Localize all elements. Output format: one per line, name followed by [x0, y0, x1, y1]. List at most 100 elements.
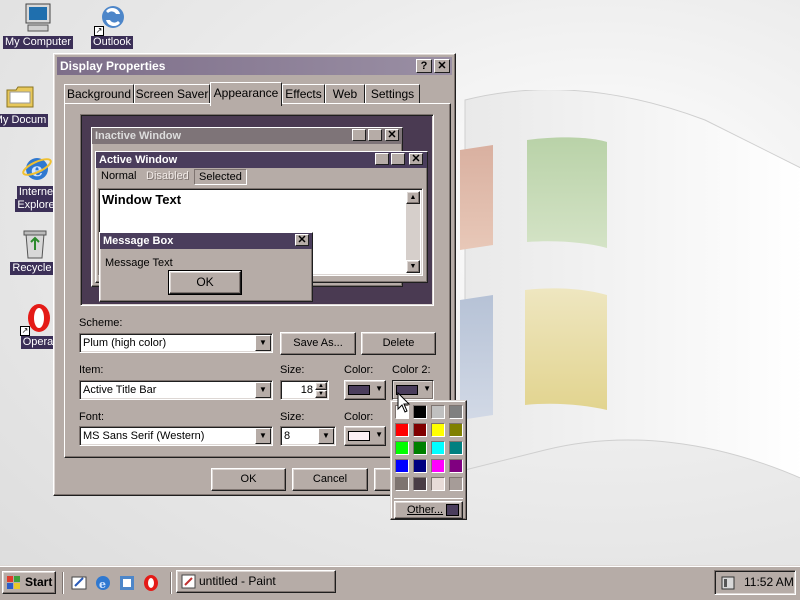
scheme-label: Scheme: — [79, 317, 123, 329]
start-button[interactable]: Start — [2, 571, 56, 594]
computer-icon — [22, 2, 54, 34]
desktop-icon-label: My Docum — [0, 114, 49, 127]
dialog-title: Display Properties — [60, 59, 166, 73]
tab-appearance[interactable]: Appearance — [210, 82, 282, 106]
minimize-icon — [375, 153, 389, 165]
item-size-value: 18 — [300, 384, 313, 396]
show-desktop-icon[interactable] — [70, 574, 88, 595]
shortcut-arrow-icon: ↗ — [20, 326, 30, 336]
palette-color-cell[interactable] — [449, 423, 463, 437]
palette-color-cell[interactable] — [413, 423, 427, 437]
cancel-button[interactable]: Cancel — [292, 468, 368, 491]
ok-button[interactable]: OK — [211, 468, 286, 491]
preview-msgbox-titlebar: Message Box ✕ — [100, 233, 312, 249]
internet-explorer-icon: e — [20, 152, 52, 184]
palette-color-cell[interactable] — [431, 405, 445, 419]
tab-screen-saver[interactable]: Screen Saver — [134, 84, 210, 104]
palette-color-cell[interactable] — [449, 477, 463, 491]
windows-logo-wallpaper — [460, 90, 800, 479]
font-color-label: Color: — [344, 411, 374, 423]
chevron-down-icon[interactable]: ▼ — [255, 335, 271, 351]
preview-menu-disabled: Disabled — [146, 170, 189, 182]
volume-icon[interactable] — [720, 575, 736, 591]
system-tray: 11:52 AM — [714, 570, 796, 595]
preview-msgbox-text: Message Text — [105, 257, 173, 269]
save-as-button[interactable]: Save As... — [280, 332, 356, 355]
scheme-value: Plum (high color) — [83, 337, 167, 349]
clock[interactable]: 11:52 AM — [744, 571, 794, 594]
desktop-icon-my-documents[interactable]: My Docum — [0, 80, 56, 127]
item-color-label: Color: — [344, 364, 374, 376]
close-icon: ✕ — [437, 60, 447, 72]
color-swatch — [348, 385, 370, 395]
palette-color-cell[interactable] — [395, 423, 409, 437]
chevron-down-icon[interactable]: ▼ — [255, 428, 271, 444]
scheme-combobox[interactable]: Plum (high color) ▼ — [79, 333, 273, 353]
scroll-down-icon: ▼ — [406, 260, 420, 273]
appearance-preview[interactable]: Inactive Window ✕ Active Window ✕ Normal… — [80, 114, 434, 306]
preview-msgbox-ok: OK — [168, 270, 242, 295]
palette-color-cell[interactable] — [449, 405, 463, 419]
palette-color-cell[interactable] — [449, 441, 463, 455]
palette-color-cell[interactable] — [431, 477, 445, 491]
item-value: Active Title Bar — [83, 384, 157, 396]
palette-color-cell[interactable] — [413, 441, 427, 455]
tab-effects[interactable]: Effects — [282, 84, 325, 104]
outlook-icon: ↗ — [94, 2, 128, 36]
palette-color-cell[interactable] — [395, 441, 409, 455]
tab-settings[interactable]: Settings — [365, 84, 420, 104]
help-button[interactable]: ? — [416, 59, 432, 73]
other-color-button[interactable]: Other... — [394, 501, 463, 519]
palette-color-cell[interactable] — [431, 441, 445, 455]
item-color2-label: Color 2: — [392, 364, 431, 376]
color-picker-popup: Other... — [390, 400, 467, 520]
mouse-cursor-icon — [397, 392, 411, 413]
opera-icon: ↗ — [20, 302, 54, 336]
item-combobox[interactable]: Active Title Bar ▼ — [79, 380, 273, 400]
taskbar-task-paint[interactable]: untitled - Paint — [176, 570, 336, 593]
item-size-spinner[interactable]: 18 ▲ ▼ — [280, 380, 329, 400]
preview-scrollbar: ▲ ▼ — [406, 191, 420, 273]
item-color-button[interactable]: ▼ — [344, 380, 386, 400]
palette-color-cell[interactable] — [413, 459, 427, 473]
chevron-down-icon: ▼ — [375, 430, 383, 439]
taskbar-divider — [62, 572, 64, 594]
font-size-combobox[interactable]: 8 ▼ — [280, 426, 336, 446]
font-size-value: 8 — [284, 430, 291, 442]
delete-button[interactable]: Delete — [361, 332, 436, 355]
tab-web[interactable]: Web — [325, 84, 365, 104]
chevron-down-icon[interactable]: ▼ — [318, 428, 334, 444]
spin-down-icon[interactable]: ▼ — [315, 390, 327, 398]
desktop-icon-outlook[interactable]: ↗ Outlook — [76, 2, 148, 49]
palette-color-cell[interactable] — [413, 477, 427, 491]
palette-color-cell[interactable] — [395, 477, 409, 491]
tab-background[interactable]: Background — [64, 84, 134, 104]
start-label: Start — [25, 575, 53, 589]
font-color-button[interactable]: ▼ — [344, 426, 386, 446]
font-value: MS Sans Serif (Western) — [83, 430, 205, 442]
scroll-up-icon: ▲ — [406, 191, 420, 204]
palette-color-cell[interactable] — [431, 423, 445, 437]
palette-color-cell[interactable] — [431, 459, 445, 473]
spin-up-icon[interactable]: ▲ — [315, 382, 327, 390]
desktop-icon-label: My Computer — [2, 36, 74, 49]
close-icon: ✕ — [385, 129, 399, 141]
font-combobox[interactable]: MS Sans Serif (Western) ▼ — [79, 426, 273, 446]
preview-menu-normal: Normal — [101, 170, 137, 182]
palette-color-cell[interactable] — [395, 459, 409, 473]
other-color-label: Other... — [407, 504, 444, 516]
internet-explorer-icon[interactable]: e — [94, 574, 112, 595]
opera-icon[interactable] — [142, 574, 160, 595]
chevron-down-icon[interactable]: ▼ — [255, 382, 271, 398]
desktop-icon-my-computer[interactable]: My Computer — [2, 2, 74, 49]
close-button[interactable]: ✕ — [434, 59, 450, 73]
font-label: Font: — [79, 411, 105, 423]
close-icon: ✕ — [295, 234, 309, 246]
outlook-icon[interactable] — [118, 574, 136, 595]
preview-inactive-titlebar: Inactive Window ✕ — [92, 128, 402, 144]
dialog-titlebar[interactable]: Display Properties ? ✕ — [57, 57, 452, 75]
palette-color-cell[interactable] — [413, 405, 427, 419]
task-label: untitled - Paint — [199, 574, 276, 588]
preview-message-box: Message Box ✕ Message Text OK — [99, 232, 313, 302]
palette-color-cell[interactable] — [449, 459, 463, 473]
